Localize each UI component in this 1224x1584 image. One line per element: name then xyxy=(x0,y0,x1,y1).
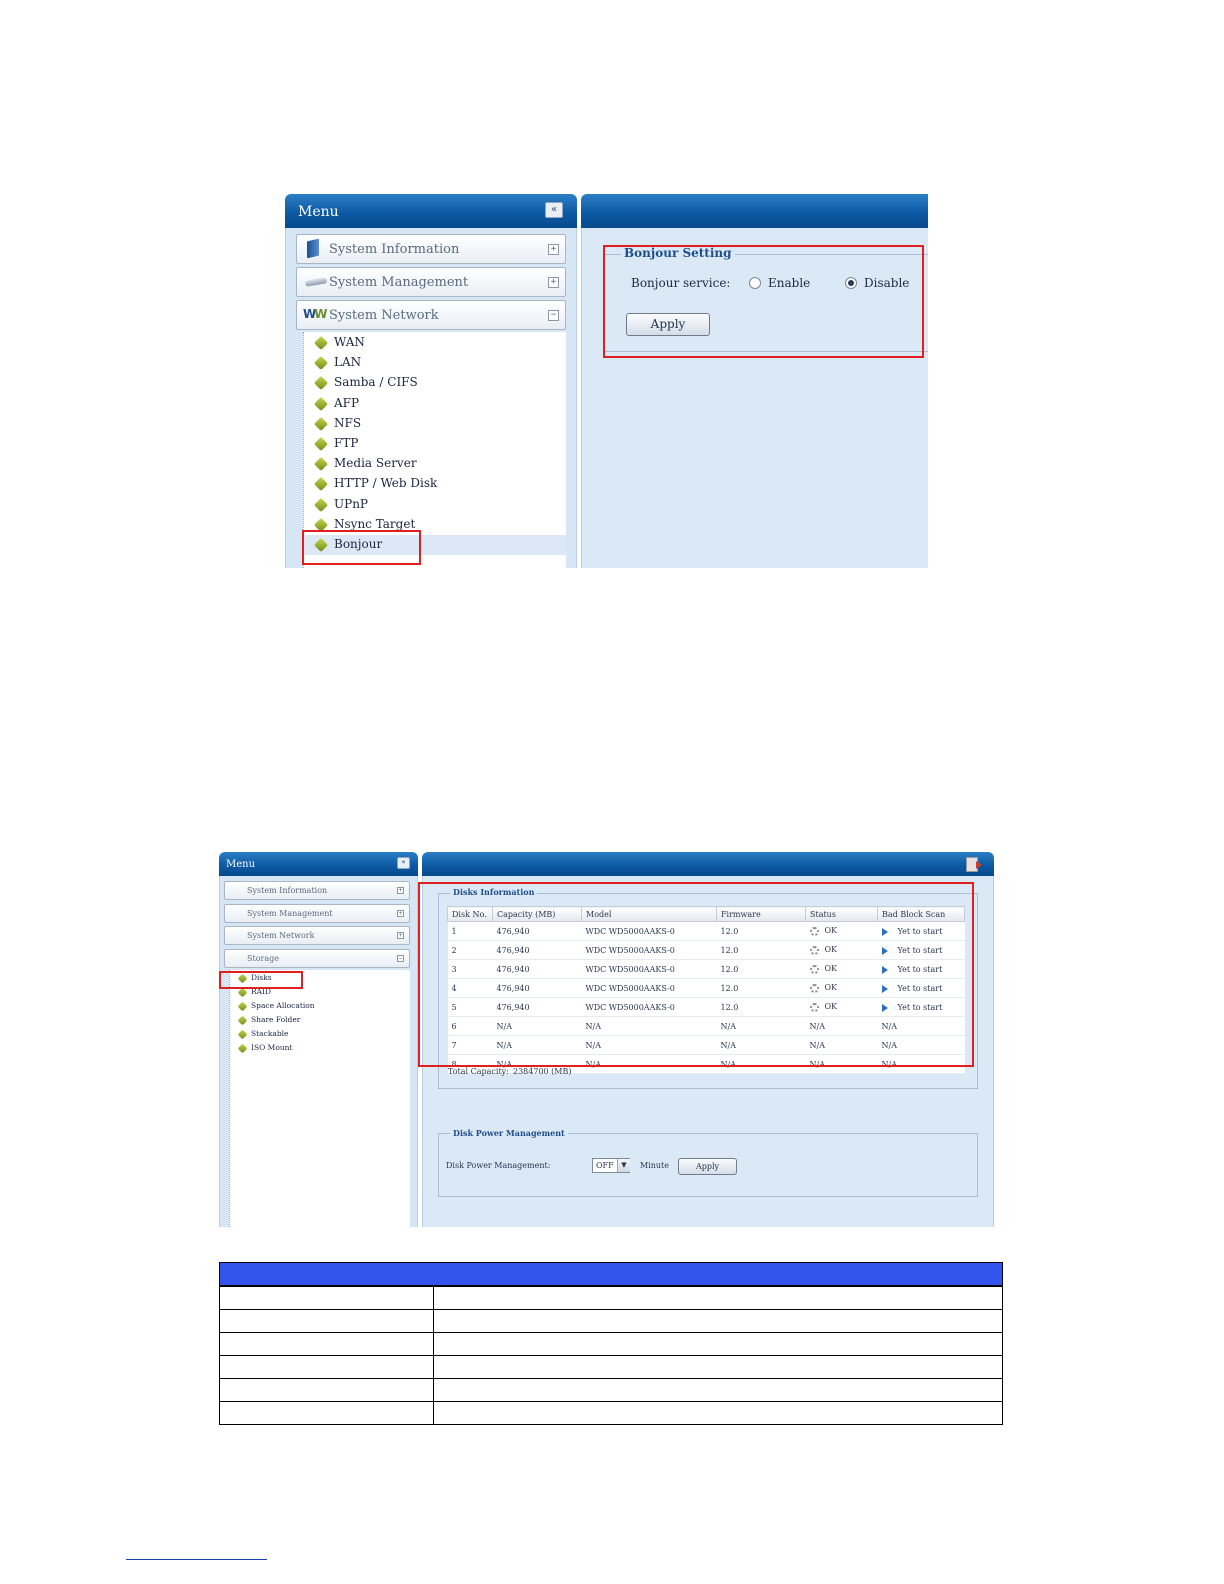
category-system-management[interactable]: System Management + xyxy=(296,267,566,297)
chevron-down-icon: ▼ xyxy=(617,1159,630,1172)
logout-arrow xyxy=(976,861,982,869)
power-apply-button[interactable]: Apply xyxy=(678,1158,737,1175)
table-row xyxy=(219,1401,1003,1425)
category-label: Storage xyxy=(247,954,279,963)
table-row xyxy=(219,1309,1003,1333)
expand-icon[interactable]: + xyxy=(548,244,559,255)
info-table-header xyxy=(219,1262,1003,1286)
content-header xyxy=(581,194,928,228)
expand-icon[interactable]: + xyxy=(397,910,404,917)
menu-header: Menu « xyxy=(219,852,418,876)
minute-label: Minute xyxy=(640,1161,670,1170)
disks-screenshot: Menu « System Information + System Manag… xyxy=(219,852,994,1227)
menu-item-media-server[interactable]: Media Server xyxy=(334,456,417,470)
table-cell xyxy=(219,1378,434,1402)
category-label: System Information xyxy=(329,242,460,257)
bonjour-screenshot: Menu « System Information + System Manag… xyxy=(285,194,928,568)
table-cell xyxy=(219,1309,434,1333)
collapse-icon[interactable]: − xyxy=(397,955,404,962)
table-row xyxy=(219,1332,1003,1356)
menu-item-afp[interactable]: AFP xyxy=(334,396,359,410)
category-label: System Management xyxy=(329,275,469,290)
category-system-network[interactable]: System Network + xyxy=(224,926,410,945)
power-select[interactable]: OFF ▼ xyxy=(592,1158,630,1173)
collapse-icon[interactable]: − xyxy=(548,310,559,321)
book-icon xyxy=(307,238,319,259)
table-cell xyxy=(219,1286,434,1310)
footer-link-underline[interactable] xyxy=(126,1559,267,1560)
table-cell xyxy=(219,1332,434,1356)
menu-header: Menu « xyxy=(285,194,577,228)
expand-icon[interactable]: + xyxy=(548,277,559,288)
category-storage[interactable]: Storage − xyxy=(224,949,410,968)
menu-item-upnp[interactable]: UPnP xyxy=(334,497,368,511)
category-system-information[interactable]: System Information + xyxy=(296,234,566,264)
expand-icon[interactable]: + xyxy=(397,932,404,939)
menu-item-wan[interactable]: WAN xyxy=(334,335,365,349)
table-cell xyxy=(433,1332,1003,1356)
table-row xyxy=(219,1355,1003,1379)
disks-info-highlight-box xyxy=(418,882,974,1067)
pen-icon xyxy=(304,277,328,287)
table-cell xyxy=(433,1401,1003,1425)
power-select-value: OFF xyxy=(596,1161,614,1170)
expand-icon[interactable]: + xyxy=(397,887,404,894)
menu-item-nsync-target[interactable]: Nsync Target xyxy=(334,517,415,531)
disk-power-management-legend: Disk Power Management xyxy=(450,1128,568,1138)
category-system-management[interactable]: System Management + xyxy=(224,904,410,923)
network-icon: WW xyxy=(303,307,328,321)
menu-item-ftp[interactable]: FTP xyxy=(334,436,358,450)
bonjour-menu-highlight-box xyxy=(302,530,421,565)
category-label: System Management xyxy=(247,909,333,918)
menu-item-share-folder[interactable]: Share Folder xyxy=(251,1015,300,1024)
table-row xyxy=(219,1286,1003,1310)
category-label: System Network xyxy=(247,931,315,940)
total-capacity-label: Total Capacity: xyxy=(448,1067,509,1076)
info-table xyxy=(219,1286,1003,1425)
menu-title: Menu xyxy=(298,204,339,220)
table-cell xyxy=(219,1355,434,1379)
double-chevron-left-icon[interactable]: « xyxy=(545,202,563,218)
menu-title: Menu xyxy=(226,859,256,870)
category-system-information[interactable]: System Information + xyxy=(224,881,410,900)
category-label: System Information xyxy=(247,886,328,895)
table-cell xyxy=(433,1355,1003,1379)
double-chevron-left-icon[interactable]: « xyxy=(397,857,410,869)
menu-panel: Menu « System Information + System Manag… xyxy=(219,852,418,1227)
menu-item-space-allocation[interactable]: Space Allocation xyxy=(251,1001,315,1010)
table-cell xyxy=(433,1286,1003,1310)
content-panel: Disks Information Disk No. Capacity (MB)… xyxy=(418,852,994,1227)
menu-item-samba-cifs[interactable]: Samba / CIFS xyxy=(334,375,418,389)
category-system-network[interactable]: WW System Network − xyxy=(296,300,566,330)
menu-item-stackable[interactable]: Stackable xyxy=(251,1029,288,1038)
table-row xyxy=(219,1378,1003,1402)
content-header xyxy=(422,852,994,876)
menu-item-http-web-disk[interactable]: HTTP / Web Disk xyxy=(334,476,437,490)
table-cell xyxy=(433,1378,1003,1402)
bonjour-highlight-box xyxy=(603,245,924,358)
table-cell xyxy=(219,1401,434,1425)
menu-item-iso-mount[interactable]: ISO Mount xyxy=(251,1043,293,1052)
disks-menu-highlight-box xyxy=(219,971,303,989)
disk-power-management-label: Disk Power Management: xyxy=(446,1161,551,1170)
total-capacity-value: 2384700 (MB) xyxy=(513,1067,572,1076)
menu-item-lan[interactable]: LAN xyxy=(334,355,361,369)
menu-panel: Menu « System Information + System Manag… xyxy=(285,194,577,568)
menu-item-nfs[interactable]: NFS xyxy=(334,416,361,430)
category-label: System Network xyxy=(329,308,439,323)
table-cell xyxy=(433,1309,1003,1333)
